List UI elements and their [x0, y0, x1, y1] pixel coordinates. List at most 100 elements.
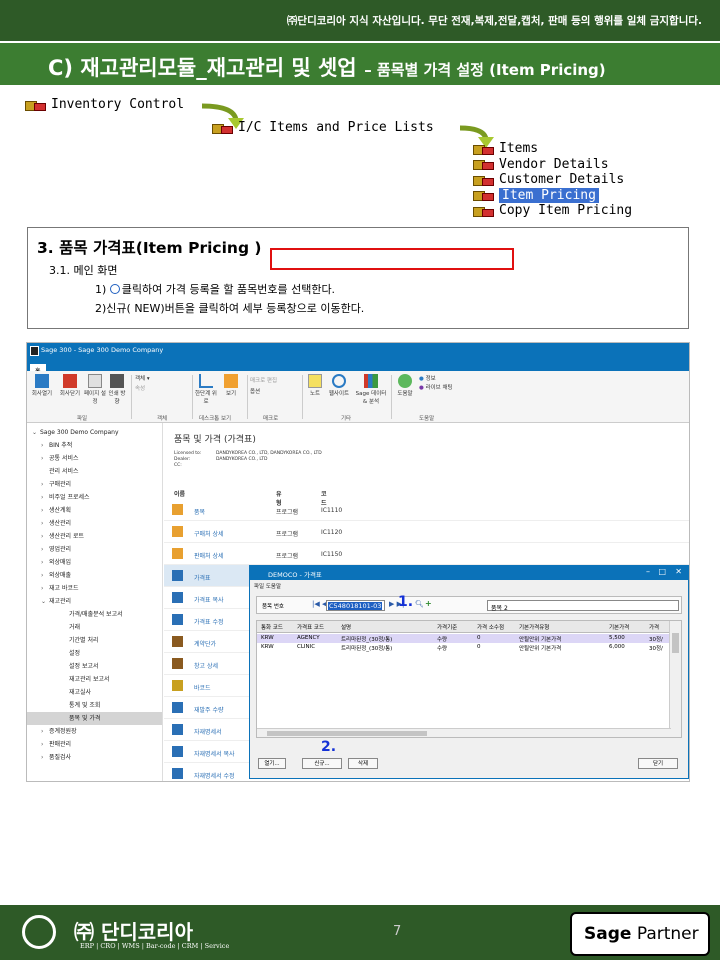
tree-item-item-pricing[interactable]: Item Pricing: [473, 187, 632, 204]
tree-item-vendor-details[interactable]: Vendor Details: [473, 157, 632, 173]
ribbon-group-desktop-view: 데스크톱 보기: [199, 416, 232, 422]
item-number-field[interactable]: C548018101-03: [326, 600, 385, 611]
printer-icon: [110, 374, 124, 388]
nav-item[interactable]: › 생산관리 로트: [27, 530, 162, 543]
nav-item[interactable]: 품목 및 가격: [27, 712, 162, 725]
grid-column-header[interactable]: 기본가격유형: [519, 623, 549, 631]
nav-item[interactable]: › 생산계획: [27, 504, 162, 517]
nav-item-label: 관리 서비스: [49, 468, 79, 475]
view-button[interactable]: 보기: [221, 374, 241, 397]
grid-row[interactable]: KRW AGENCY 트리마된정_(30정/통) 수량 0 안될안위 기본가격 5,500 3…: [257, 634, 671, 643]
nav-item[interactable]: › 공통 서비스: [27, 452, 162, 465]
grid-column-header[interactable]: 가격표 코드: [297, 623, 324, 631]
grid-row[interactable]: KRW CLINIC 트리마된정_(30정/통) 수량 0 안될안위 기본가격 6,000 3…: [257, 643, 671, 652]
nav-item[interactable]: › 품질검사: [27, 751, 162, 764]
nav-item[interactable]: › BIN 추적: [27, 439, 162, 452]
slide-title: C) 재고관리모듈_재고관리 및 셋업: [48, 56, 357, 80]
info-button[interactable]: ● 정보: [419, 374, 436, 382]
nav-item-label: 생산관리 로트: [49, 533, 85, 540]
add-icon[interactable]: +: [425, 599, 432, 608]
nav-item[interactable]: ⌄ 재고관리: [27, 595, 162, 608]
price-list-grid[interactable]: 통화 코드 가격표 코드 설명 가격기준 가격 소수점 기본가격유형 기본가격 가격 KRW A…: [256, 620, 682, 738]
nav-item[interactable]: 설정: [27, 647, 162, 660]
nav-item[interactable]: ⌄ Sage 300 Demo Company: [27, 426, 162, 439]
help-button[interactable]: 도움말: [395, 374, 415, 397]
program-name: 품목: [194, 509, 206, 516]
print-orientation-button[interactable]: 인쇄 방향: [107, 374, 127, 405]
minimize-icon[interactable]: –: [646, 567, 650, 576]
nav-item[interactable]: › 외상매출: [27, 569, 162, 582]
copyright-notice: ㈜단디코리아 지식 자산입니다. 무단 전재,복제,전달,캡처, 판매 등의 행…: [0, 0, 720, 41]
nav-item[interactable]: › 생산관리: [27, 517, 162, 530]
grid-column-header[interactable]: 설명: [341, 623, 351, 631]
nav-item[interactable]: › 영업관리: [27, 543, 162, 556]
nav-item-label: 기간별 처리: [69, 637, 99, 644]
program-row[interactable]: 판매처 상세 프로그램 IC1150: [164, 543, 689, 565]
edit-macro-button[interactable]: 매크로 편집: [250, 376, 277, 384]
nav-item[interactable]: 재고관리 보고서: [27, 673, 162, 686]
program-type: 프로그램: [276, 531, 299, 538]
tree-item-items[interactable]: Items: [473, 141, 632, 157]
vertical-scrollbar[interactable]: [669, 621, 681, 737]
objects-button[interactable]: 객체 ▾: [135, 374, 150, 382]
grid-column-header[interactable]: 가격: [649, 623, 659, 631]
close-company-button[interactable]: 회사닫기: [58, 374, 82, 397]
new-button[interactable]: 신규...: [302, 758, 342, 769]
button-label: 도움말: [397, 391, 413, 397]
program-name: 자재명세서: [194, 729, 222, 736]
grid-column-header[interactable]: 기본가격: [609, 623, 629, 631]
company-logo-icon: [22, 915, 56, 949]
nav-item[interactable]: › 증계정원장: [27, 725, 162, 738]
website-button[interactable]: 웹사이트: [327, 374, 351, 397]
nav-item[interactable]: › 외상매입: [27, 556, 162, 569]
grid-cell: 트리마된정_(30정/통): [341, 646, 393, 652]
close-icon[interactable]: ✕: [675, 567, 682, 576]
nav-item[interactable]: 설정 보고서: [27, 660, 162, 673]
button-label: 웹사이트: [328, 391, 350, 397]
button-label: 회사닫기: [59, 391, 81, 397]
nav-item[interactable]: › 판매관리: [27, 738, 162, 751]
options-button[interactable]: 옵션: [250, 387, 260, 395]
item-pricing-dialog: DEMOCO - 가격표 – □ ✕ 파일 도움말 품목 번호 |◀ ◀ C54…: [249, 565, 689, 779]
nav-item[interactable]: 기간별 처리: [27, 634, 162, 647]
tree-item-label-selected: Item Pricing: [499, 187, 599, 203]
live-chat-button[interactable]: ● 라이브 채팅: [419, 383, 453, 391]
nav-item[interactable]: 거래: [27, 621, 162, 634]
nav-item-label: 영업관리: [49, 546, 72, 553]
nav-item[interactable]: › 재고 바코드: [27, 582, 162, 595]
ribbon-group-help: 도움말: [419, 416, 435, 422]
grid-column-header[interactable]: 가격 소수점: [477, 623, 504, 631]
grid-cell: CLINIC: [297, 644, 316, 650]
nav-item[interactable]: › 비주얼 프로세스: [27, 491, 162, 504]
program-icon: [473, 189, 495, 202]
page-setup-button[interactable]: 페이지 설정: [84, 374, 106, 405]
up-one-level-button[interactable]: 한단계 위로: [195, 374, 217, 405]
nav-item[interactable]: 재고실사: [27, 686, 162, 699]
grid-column-header[interactable]: 통화 코드: [261, 623, 283, 631]
nav-item[interactable]: 통계 및 조회: [27, 699, 162, 712]
dialog-menu-bar[interactable]: 파일 도움말: [250, 580, 688, 591]
grid-column-header[interactable]: 가격기준: [437, 623, 457, 631]
tree-folder[interactable]: I/C Items and Price Lists: [212, 120, 434, 135]
maximize-icon[interactable]: □: [658, 567, 666, 576]
button-label: 회사열기: [31, 391, 53, 397]
horizontal-scrollbar[interactable]: [257, 728, 671, 737]
close-button[interactable]: 닫기: [638, 758, 678, 769]
notes-button[interactable]: 노트: [305, 374, 325, 397]
dealer-value: DANDYKOREA CO., LTD: [216, 457, 268, 462]
open-company-button[interactable]: 회사열기: [30, 374, 54, 397]
sage-data-analytics-button[interactable]: Sage 데이터 & 분석: [353, 374, 389, 405]
nav-item[interactable]: › 구매관리: [27, 478, 162, 491]
open-button[interactable]: 열기...: [258, 758, 286, 769]
program-row[interactable]: 구매처 상세 프로그램 IC1120: [164, 521, 689, 543]
search-icon[interactable]: 🔍︎: [415, 600, 424, 608]
tree-item-copy-item-pricing[interactable]: Copy Item Pricing: [473, 203, 632, 219]
delete-button[interactable]: 삭제: [348, 758, 378, 769]
tree-item-customer-details[interactable]: Customer Details: [473, 172, 632, 188]
nav-item[interactable]: 가격/매출분석 보고서: [27, 608, 162, 621]
program-row[interactable]: 품목 프로그램 IC1110: [164, 499, 689, 521]
tree-root[interactable]: Inventory Control: [25, 97, 184, 112]
module-icon: [25, 99, 47, 111]
properties-button[interactable]: 속성: [135, 384, 145, 392]
nav-item[interactable]: 관리 서비스: [27, 465, 162, 478]
